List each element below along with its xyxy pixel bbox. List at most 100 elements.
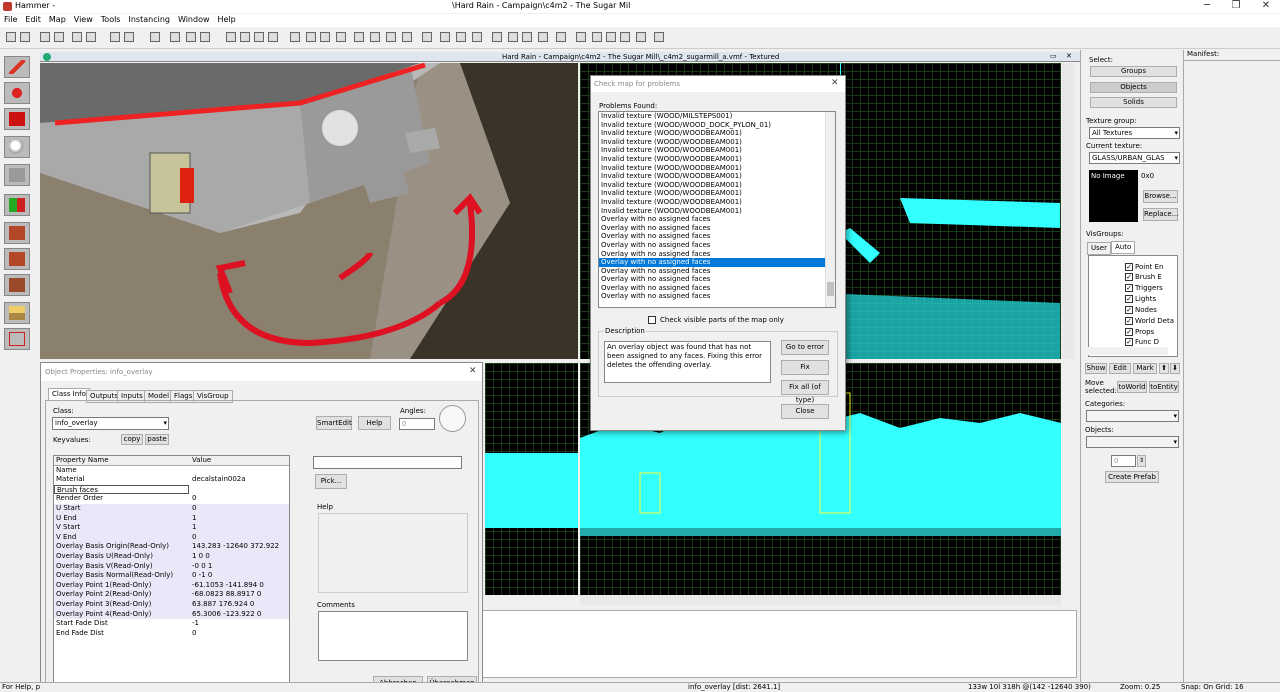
current-texture-select[interactable]: GLASS/URBAN_GLAS ▾ [1089, 152, 1180, 164]
toolbar-tool-30-icon[interactable] [508, 32, 518, 42]
menu-item-file[interactable]: File [0, 14, 21, 26]
close-icon[interactable]: ✕ [1252, 0, 1280, 12]
toolbar-tool-21-icon[interactable] [354, 32, 364, 42]
apply-texture-icon[interactable] [4, 222, 30, 244]
toolbar-tool-1-icon[interactable] [6, 32, 16, 42]
tab-auto[interactable]: Auto [1111, 241, 1136, 254]
problem-item[interactable]: Overlay with no assigned faces [599, 258, 835, 267]
toolbar-tool-35-icon[interactable] [592, 32, 602, 42]
toolbar-tool-27-icon[interactable] [456, 32, 466, 42]
angles-dial[interactable] [439, 405, 466, 432]
mark-button[interactable]: Mark [1133, 363, 1157, 374]
checkbox-checked-icon[interactable]: ✓ [1125, 328, 1133, 336]
toolbar-tool-5-icon[interactable] [72, 32, 82, 42]
fix-button[interactable]: Fix [781, 360, 829, 375]
toolbar-tool-39-icon[interactable] [654, 32, 664, 42]
pick-button[interactable]: Pick... [315, 474, 347, 489]
minimize-icon[interactable]: ─ [1193, 0, 1221, 12]
problem-item[interactable]: Invalid texture (WOOD/WOODBEAM001) [599, 189, 835, 198]
checkbox-checked-icon[interactable]: ✓ [1125, 273, 1133, 281]
close-button[interactable]: Close [781, 404, 829, 419]
property-row[interactable]: Overlay Basis V(Read-Only) -0 0 1 [54, 561, 289, 572]
viewport-close-icon[interactable]: ✕ [1066, 52, 1072, 60]
viewport-min-icon[interactable]: ▭ [1050, 52, 1057, 60]
toolbar-tool-15-icon[interactable] [254, 32, 264, 42]
comments-box[interactable] [318, 611, 468, 661]
clip-tool-icon[interactable] [4, 302, 30, 324]
property-row[interactable]: Overlay Point 2(Read-Only) -68.0823 88.89… [54, 590, 289, 600]
texture-tool-icon[interactable] [4, 194, 30, 216]
block-tool-icon[interactable] [4, 164, 30, 186]
property-row[interactable]: Overlay Basis U(Read-Only) 1 0 0 [54, 551, 289, 562]
property-row[interactable]: U End 1 [54, 513, 289, 524]
to-world-button[interactable]: toWorld [1117, 381, 1147, 393]
output-log[interactable] [482, 610, 1077, 678]
smartedit-button[interactable]: SmartEdit [316, 416, 352, 430]
vertex-tool-icon[interactable] [4, 328, 30, 350]
toolbar-tool-9-icon[interactable] [150, 32, 160, 42]
magnify-tool-icon[interactable] [4, 82, 30, 104]
paste-button[interactable]: paste [145, 434, 169, 445]
problem-item[interactable]: Invalid texture (WOOD/WOODBEAM001) [599, 146, 835, 155]
problem-item[interactable]: Overlay with no assigned faces [599, 250, 835, 259]
menu-item-instancing[interactable]: Instancing [124, 14, 173, 26]
menu-item-edit[interactable]: Edit [21, 14, 45, 26]
menu-item-tools[interactable]: Tools [97, 14, 125, 26]
toolbar-tool-36-icon[interactable] [606, 32, 616, 42]
problem-item[interactable]: Invalid texture (WOOD/WOODBEAM001) [599, 164, 835, 173]
toolbar-tool-24-icon[interactable] [402, 32, 412, 42]
fix-all-button[interactable]: Fix all (of type) [781, 380, 829, 404]
toolbar-tool-37-icon[interactable] [620, 32, 630, 42]
toolbar-tool-14-icon[interactable] [240, 32, 250, 42]
toolbar-tool-20-icon[interactable] [336, 32, 346, 42]
toolbar-tool-4-icon[interactable] [54, 32, 64, 42]
toolbar-tool-31-icon[interactable] [522, 32, 532, 42]
property-row[interactable]: Overlay Point 1(Read-Only) -61.1053 -141.… [54, 580, 289, 591]
problem-item[interactable]: Overlay with no assigned faces [599, 275, 835, 284]
property-row[interactable]: Material decalstain002a [54, 475, 289, 485]
side-view-scrollbar[interactable] [580, 595, 1061, 605]
properties-table[interactable]: Property Name Value Name Material decalsta… [53, 455, 290, 685]
property-row[interactable]: Overlay Basis Normal(Read-Only) 0 -1 0 [54, 571, 289, 581]
solids-button[interactable]: Solids [1090, 97, 1177, 108]
problem-item[interactable]: Overlay with no assigned faces [599, 224, 835, 233]
property-row[interactable]: Overlay Basis Origin(Read-Only) 143.283 -… [54, 542, 289, 552]
property-row[interactable]: End Fade Dist 0 [54, 629, 289, 639]
toolbar-tool-16-icon[interactable] [268, 32, 278, 42]
decal-tool-icon[interactable] [4, 248, 30, 270]
property-row[interactable]: V Start 1 [54, 523, 289, 533]
visgroups-hscrollbar[interactable] [1088, 347, 1168, 355]
to-entity-button[interactable]: toEntity [1149, 381, 1179, 393]
toolbar-tool-25-icon[interactable] [422, 32, 432, 42]
toolbar-tool-18-icon[interactable] [306, 32, 316, 42]
problems-list[interactable]: Invalid texture (WOOD/MILSTEPS001) Invali… [598, 111, 836, 308]
toolbar-tool-10-icon[interactable] [170, 32, 180, 42]
problem-item[interactable]: Invalid texture (WOOD/WOODBEAM001) [599, 181, 835, 190]
problems-scrollbar[interactable] [825, 112, 835, 307]
checkbox-checked-icon[interactable]: ✓ [1125, 317, 1133, 325]
toolbar-tool-26-icon[interactable] [440, 32, 450, 42]
go-to-error-button[interactable]: Go to error [781, 340, 829, 355]
problem-item[interactable]: Invalid texture (WOOD/WOODBEAM001) [599, 198, 835, 207]
visgroup-item[interactable]: ✓ Brush E [1125, 272, 1162, 282]
move-up-icon[interactable]: ⬆ [1159, 363, 1169, 374]
top-view-scrollbar[interactable] [1062, 63, 1074, 359]
toolbar-tool-38-icon[interactable] [636, 32, 646, 42]
problem-item[interactable]: Overlay with no assigned faces [599, 284, 835, 293]
checkbox-checked-icon[interactable]: ✓ [1125, 338, 1133, 346]
menu-item-help[interactable]: Help [214, 14, 240, 26]
menu-item-window[interactable]: Window [174, 14, 214, 26]
toolbar-tool-6-icon[interactable] [86, 32, 96, 42]
toolbar-tool-3-icon[interactable] [40, 32, 50, 42]
move-down-icon[interactable]: ⬇ [1170, 363, 1180, 374]
visgroup-item[interactable]: ✓ World Deta [1125, 316, 1174, 326]
objects-button[interactable]: Objects [1090, 82, 1177, 93]
toolbar-tool-7-icon[interactable] [110, 32, 120, 42]
groups-button[interactable]: Groups [1090, 66, 1177, 77]
problem-item[interactable]: Invalid texture (WOOD/WOODBEAM001) [599, 129, 835, 138]
problem-item[interactable]: Overlay with no assigned faces [599, 215, 835, 224]
problem-item[interactable]: Overlay with no assigned faces [599, 232, 835, 241]
problem-item[interactable]: Invalid texture (WOOD/WOOD_DOCK_PYLON_01… [599, 121, 835, 130]
checkbox-checked-icon[interactable]: ✓ [1125, 263, 1133, 271]
checkbox-checked-icon[interactable]: ✓ [1125, 306, 1133, 314]
